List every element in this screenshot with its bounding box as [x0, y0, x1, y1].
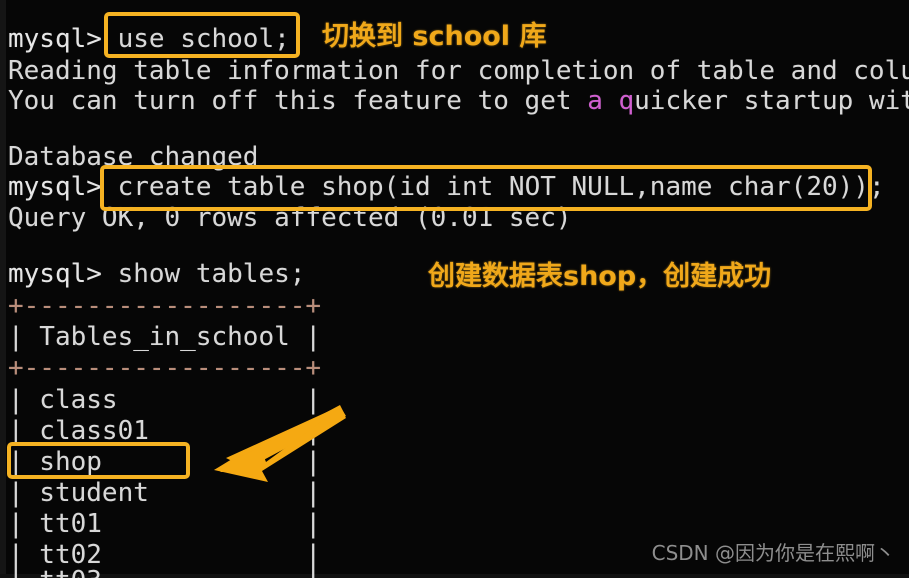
terminal-line-turn-off-feature: You can turn off this feature to get a q… [8, 86, 909, 116]
turn-off-feature-part2: a q [587, 86, 635, 116]
shell-prompt: mysql> [8, 172, 118, 202]
shell-prompt: mysql> [8, 259, 118, 289]
table-row: | shop | [8, 447, 322, 477]
terminal-line-show-tables: mysql> show tables; [8, 259, 305, 289]
table-separator-middle: +------------------+ [8, 353, 322, 383]
turn-off-feature-part1: You can turn off this feature to get [8, 86, 588, 116]
table-row: | student | [8, 478, 322, 508]
left-gutter [0, 0, 6, 578]
table-separator-top: +------------------+ [8, 291, 322, 321]
command-show-tables: show tables; [117, 259, 306, 289]
terminal-line-database-changed: Database changed [8, 142, 259, 172]
terminal-line-query-ok: Query OK, 0 rows affected (0.01 sec) [8, 203, 572, 233]
table-row: | tt03 | [8, 566, 321, 578]
table-row: | tt01 | [8, 509, 322, 539]
terminal-line-create-table: mysql> create table shop(id int NOT NULL… [8, 172, 885, 202]
command-create-table: create table shop(id int NOT NULL,name c… [117, 172, 885, 202]
annotation-caption-use-school: 切换到 school 库 [322, 21, 547, 52]
shell-prompt: mysql> [8, 24, 118, 54]
table-row: | class01 | [8, 416, 322, 446]
terminal-line-use-school: mysql> use school; [8, 24, 290, 54]
annotation-caption-create-table: 创建数据表shop，创建成功 [428, 261, 772, 292]
turn-off-feature-part3: uicker startup with [634, 86, 909, 116]
terminal-screenshot: mysql> use school; Reading table informa… [0, 0, 909, 578]
table-row: | class | [8, 385, 322, 415]
csdn-watermark: CSDN @因为你是在熙啊丶 [651, 541, 895, 565]
table-column-header: | Tables_in_school | [8, 322, 322, 352]
command-use-school: use school; [117, 24, 290, 54]
terminal-line-reading-table-info: Reading table information for completion… [8, 56, 909, 86]
